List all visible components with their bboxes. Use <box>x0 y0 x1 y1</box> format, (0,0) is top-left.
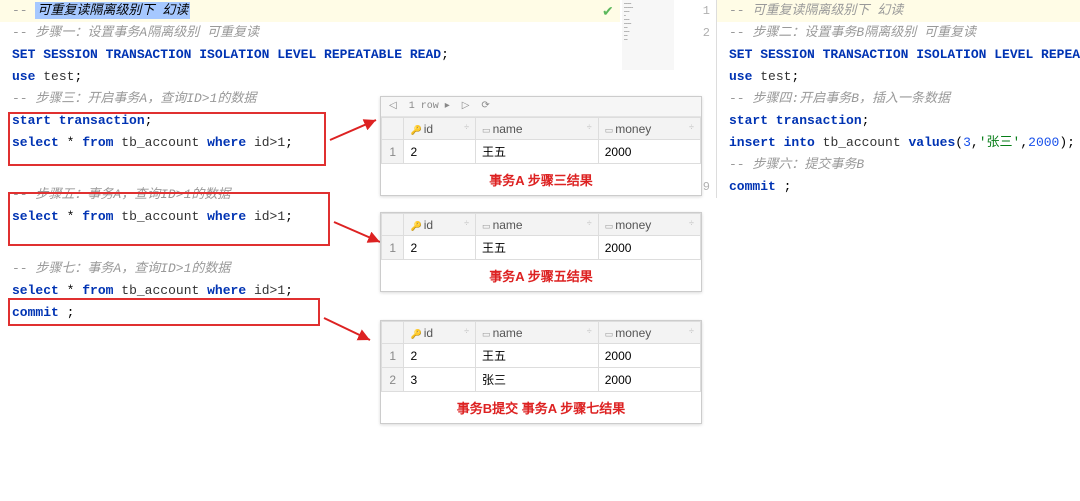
left-line-3[interactable]: SET SESSION TRANSACTION ISOLATION LEVEL … <box>0 44 620 66</box>
caption-step7: 事务B提交 事务A 步骤七结果 <box>381 392 701 423</box>
left-line-1[interactable]: -- 可重复读隔离级别下 幻读 <box>0 0 620 22</box>
col-header-id[interactable]: id <box>424 122 433 136</box>
right-line-2[interactable]: -- 步骤二：设置事务B隔离级别 可重复读 <box>717 22 1080 44</box>
table-row[interactable]: 1 2 王五 2000 <box>382 140 701 164</box>
col-header-name[interactable]: name <box>493 122 523 136</box>
right-line-9[interactable]: commit ; <box>717 176 1080 198</box>
right-line-5[interactable]: -- 步骤四:开启事务B，插入一条数据 <box>717 88 1080 110</box>
right-line-8[interactable]: -- 步骤六：提交事务B <box>717 154 1080 176</box>
result-table-step3: 🔑id ÷ ▭name ÷ ▭money ÷ 1 2 王五 2000 <box>381 117 701 164</box>
result-panel-step7: 🔑id ÷ ▭name ÷ ▭money ÷ 1 2 王五 2000 2 3 张… <box>380 320 702 424</box>
right-line-7[interactable]: insert into tb_account values(3,'张三',200… <box>717 132 1080 154</box>
check-icon: ✔ <box>602 4 614 21</box>
col-header-money[interactable]: money <box>615 122 651 136</box>
right-line-3[interactable]: SET SESSION TRANSACTION ISOLATION LEVEL … <box>717 44 1080 66</box>
right-line-4[interactable]: use test; <box>717 66 1080 88</box>
result-table-step5: 🔑id ÷ ▭name ÷ ▭money ÷ 1 2 王五 2000 <box>381 213 701 260</box>
table-row[interactable]: 1 2 王五 2000 <box>382 344 701 368</box>
right-line-1[interactable]: -- 可重复读隔离级别下 幻读 <box>717 0 1080 22</box>
caption-step3: 事务A 步骤三结果 <box>381 164 701 195</box>
redbox-step5 <box>8 192 330 246</box>
redbox-step7 <box>8 298 320 326</box>
caption-step5: 事务A 步骤五结果 <box>381 260 701 291</box>
redbox-step3 <box>8 112 326 166</box>
minimap[interactable]: ▬▬▬▬▬▬▬▬▬▬▬▬▬▬▬▬▬▬▬▬▬▬▬▬▬▬▬▬▬ <box>622 0 674 70</box>
result-table-step7: 🔑id ÷ ▭name ÷ ▭money ÷ 1 2 王五 2000 2 3 张… <box>381 321 701 392</box>
right-line-6[interactable]: start transaction; <box>717 110 1080 132</box>
table-row[interactable]: 1 2 王五 2000 <box>382 236 701 260</box>
table-row[interactable]: 2 3 张三 2000 <box>382 368 701 392</box>
result-toolbar[interactable]: ◁ 1 row ▸ ▷ ⟳ <box>381 97 701 117</box>
result-panel-step5: 🔑id ÷ ▭name ÷ ▭money ÷ 1 2 王五 2000 事务A 步… <box>380 212 702 292</box>
selected-text: 可重复读隔离级别下 幻读 <box>35 2 190 19</box>
result-panel-step3: ◁ 1 row ▸ ▷ ⟳ 🔑id ÷ ▭name ÷ ▭money ÷ 1 2… <box>380 96 702 196</box>
left-line-2[interactable]: -- 步骤一：设置事务A隔离级别 可重复读 <box>0 22 620 44</box>
right-editor-panel[interactable]: -- 可重复读隔离级别下 幻读 -- 步骤二：设置事务B隔离级别 可重复读 SE… <box>716 0 1080 198</box>
line-gutter: 1 2 9 <box>686 0 716 198</box>
left-line-4[interactable]: use test; <box>0 66 620 88</box>
